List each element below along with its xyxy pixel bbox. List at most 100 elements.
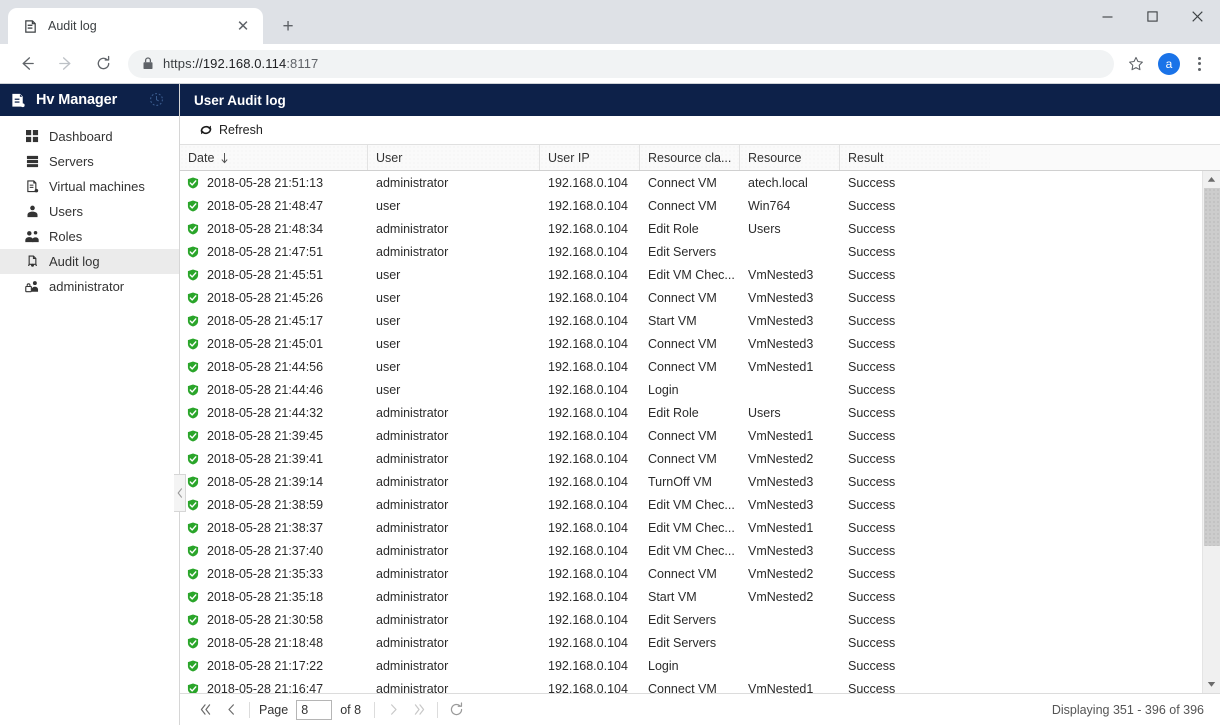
sidebar-item-administrator[interactable]: administrator	[0, 274, 179, 299]
cell-user-ip: 192.168.0.104	[540, 291, 640, 305]
first-page-button[interactable]	[192, 698, 218, 722]
table-row[interactable]: 2018-05-28 21:38:37administrator192.168.…	[180, 516, 1220, 539]
status-success-shield-icon	[186, 222, 199, 235]
table-row[interactable]: 2018-05-28 21:39:45administrator192.168.…	[180, 424, 1220, 447]
virtual-machine-icon	[24, 179, 40, 195]
cell-resource-class: Edit Servers	[640, 613, 740, 627]
forward-icon[interactable]	[51, 50, 79, 78]
status-success-shield-icon	[186, 475, 199, 488]
address-bar[interactable]: https://192.168.0.114:8117	[128, 50, 1114, 78]
cell-user: administrator	[368, 176, 540, 190]
reload-grid-button[interactable]	[443, 698, 469, 722]
cell-resource-class: Edit VM Chec...	[640, 544, 740, 558]
table-row[interactable]: 2018-05-28 21:51:13administrator192.168.…	[180, 171, 1220, 194]
cell-text: 2018-05-28 21:45:26	[207, 291, 323, 305]
cell-result: Success	[840, 544, 990, 558]
table-row[interactable]: 2018-05-28 21:45:17user192.168.0.104Star…	[180, 309, 1220, 332]
maximize-icon[interactable]	[1130, 0, 1175, 32]
table-row[interactable]: 2018-05-28 21:45:51user192.168.0.104Edit…	[180, 263, 1220, 286]
table-row[interactable]: 2018-05-28 21:44:46user192.168.0.104Logi…	[180, 378, 1220, 401]
cell-resource: VmNested3	[740, 498, 840, 512]
table-row[interactable]: 2018-05-28 21:47:51administrator192.168.…	[180, 240, 1220, 263]
status-success-shield-icon	[186, 521, 199, 534]
bookmark-star-icon[interactable]	[1122, 50, 1150, 78]
table-row[interactable]: 2018-05-28 21:39:41administrator192.168.…	[180, 447, 1220, 470]
table-row[interactable]: 2018-05-28 21:16:47administrator192.168.…	[180, 677, 1220, 693]
scroll-up-icon[interactable]	[1203, 171, 1220, 188]
sidebar-item-servers[interactable]: Servers	[0, 149, 179, 174]
scrollbar-track[interactable]	[1203, 188, 1220, 693]
cell-result: Success	[840, 222, 990, 236]
sidebar-item-audit-log[interactable]: Audit log	[0, 249, 179, 274]
column-header-label: Resource cla...	[648, 151, 731, 165]
table-row[interactable]: 2018-05-28 21:18:48administrator192.168.…	[180, 631, 1220, 654]
sidebar-collapse-handle[interactable]	[174, 474, 186, 512]
cell-user-ip: 192.168.0.104	[540, 245, 640, 259]
column-header-resource[interactable]: Resource	[740, 145, 840, 170]
browser-tab-audit-log[interactable]: Audit log ✕	[8, 8, 263, 44]
table-row[interactable]: 2018-05-28 21:48:34administrator192.168.…	[180, 217, 1220, 240]
column-header-result[interactable]: Result	[840, 145, 990, 170]
cell-user: user	[368, 268, 540, 282]
cell-resource-class: Connect VM	[640, 176, 740, 190]
cell-text: 2018-05-28 21:48:47	[207, 199, 323, 213]
column-header-resource-class[interactable]: Resource cla...	[640, 145, 740, 170]
url-scheme: https	[163, 56, 192, 71]
cell-user: administrator	[368, 406, 540, 420]
cell-result: Success	[840, 613, 990, 627]
scroll-down-icon[interactable]	[1203, 676, 1220, 693]
column-header-user-ip[interactable]: User IP	[540, 145, 640, 170]
minimize-icon[interactable]	[1085, 0, 1130, 32]
refresh-label: Refresh	[219, 123, 263, 137]
close-window-icon[interactable]	[1175, 0, 1220, 32]
cell-resource-class: Connect VM	[640, 567, 740, 581]
virtual-machine-icon	[10, 91, 28, 109]
table-row[interactable]: 2018-05-28 21:38:59administrator192.168.…	[180, 493, 1220, 516]
sidebar-item-roles[interactable]: Roles	[0, 224, 179, 249]
cell-date: 2018-05-28 21:45:51	[180, 268, 368, 282]
table-row[interactable]: 2018-05-28 21:35:18administrator192.168.…	[180, 585, 1220, 608]
vertical-scrollbar[interactable]	[1202, 171, 1220, 693]
status-success-shield-icon	[186, 429, 199, 442]
cell-date: 2018-05-28 21:38:59	[180, 498, 368, 512]
back-icon[interactable]	[13, 50, 41, 78]
sidebar-item-users[interactable]: Users	[0, 199, 179, 224]
status-success-shield-icon	[186, 268, 199, 281]
cell-date: 2018-05-28 21:45:01	[180, 337, 368, 351]
next-page-button[interactable]	[380, 698, 406, 722]
table-row[interactable]: 2018-05-28 21:30:58administrator192.168.…	[180, 608, 1220, 631]
cell-result: Success	[840, 682, 990, 694]
profile-avatar[interactable]: a	[1158, 53, 1180, 75]
table-row[interactable]: 2018-05-28 21:45:26user192.168.0.104Conn…	[180, 286, 1220, 309]
table-row[interactable]: 2018-05-28 21:39:14administrator192.168.…	[180, 470, 1220, 493]
cell-text: 2018-05-28 21:35:18	[207, 590, 323, 604]
new-tab-button[interactable]: +	[273, 11, 303, 41]
table-row[interactable]: 2018-05-28 21:37:40administrator192.168.…	[180, 539, 1220, 562]
page-number-input[interactable]	[296, 700, 332, 720]
table-row[interactable]: 2018-05-28 21:35:33administrator192.168.…	[180, 562, 1220, 585]
scrollbar-thumb[interactable]	[1204, 188, 1220, 546]
reload-icon[interactable]	[89, 50, 117, 78]
table-row[interactable]: 2018-05-28 21:44:32administrator192.168.…	[180, 401, 1220, 424]
cell-user: user	[368, 314, 540, 328]
cell-result: Success	[840, 498, 990, 512]
table-row[interactable]: 2018-05-28 21:48:47user192.168.0.104Conn…	[180, 194, 1220, 217]
last-page-button[interactable]	[406, 698, 432, 722]
cell-resource: VmNested1	[740, 429, 840, 443]
cell-text: 2018-05-28 21:39:14	[207, 475, 323, 489]
table-row[interactable]: 2018-05-28 21:44:56user192.168.0.104Conn…	[180, 355, 1220, 378]
previous-page-button[interactable]	[218, 698, 244, 722]
cell-user-ip: 192.168.0.104	[540, 199, 640, 213]
close-icon[interactable]: ✕	[233, 16, 253, 36]
column-header-user[interactable]: User	[368, 145, 540, 170]
sidebar-item-dashboard[interactable]: Dashboard	[0, 124, 179, 149]
cell-resource-class: Start VM	[640, 314, 740, 328]
table-row[interactable]: 2018-05-28 21:17:22administrator192.168.…	[180, 654, 1220, 677]
refresh-button[interactable]: Refresh	[192, 121, 269, 140]
cell-user: administrator	[368, 452, 540, 466]
browser-menu-icon[interactable]	[1186, 51, 1212, 77]
table-row[interactable]: 2018-05-28 21:45:01user192.168.0.104Conn…	[180, 332, 1220, 355]
column-header-date[interactable]: Date	[180, 145, 368, 170]
sidebar-item-virtual-machines[interactable]: Virtual machines	[0, 174, 179, 199]
cell-resource-class: Start VM	[640, 590, 740, 604]
